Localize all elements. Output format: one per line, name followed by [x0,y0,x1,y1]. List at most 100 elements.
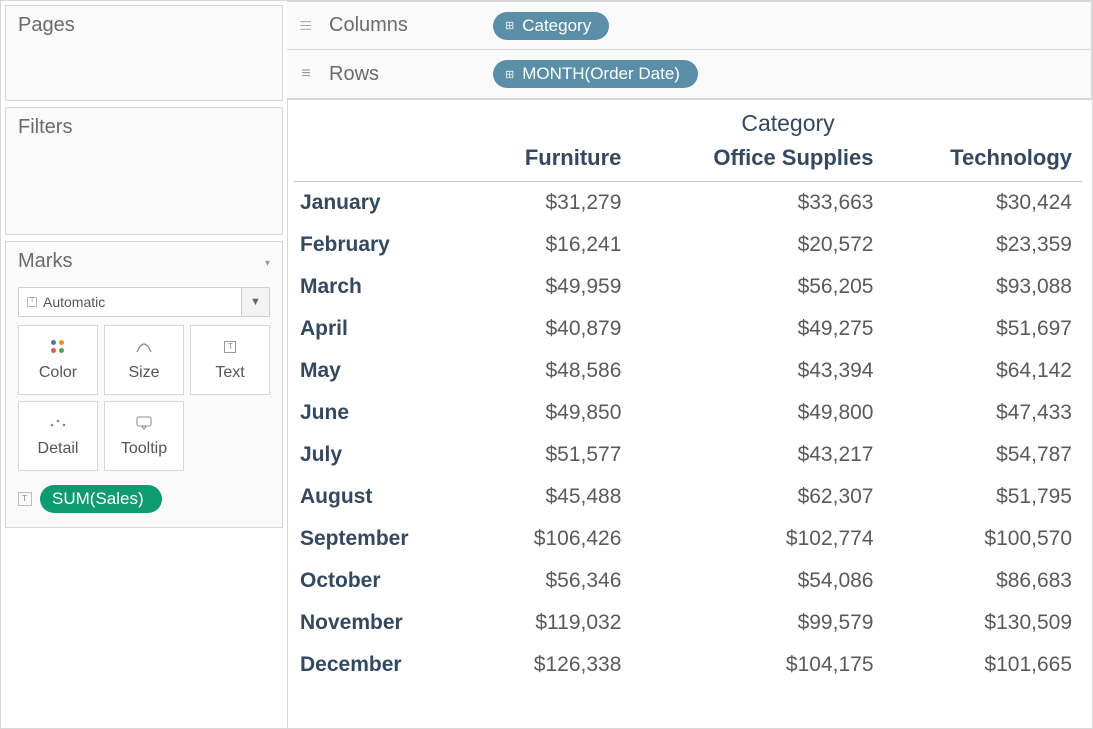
cell-value[interactable]: $23,359 [884,224,1083,266]
cell-value[interactable]: $62,307 [631,476,883,518]
rows-label: Rows [329,63,479,86]
cell-value[interactable]: $64,142 [884,350,1083,392]
cell-value[interactable]: $16,241 [468,224,631,266]
row-header-spacer [294,139,468,182]
cell-value[interactable]: $93,088 [884,266,1083,308]
tooltip-button[interactable]: Tooltip [104,401,184,471]
table-row: November$119,032$99,579$130,509 [294,602,1082,644]
table-row: July$51,577$43,217$54,787 [294,434,1082,476]
table-row: August$45,488$62,307$51,795 [294,476,1082,518]
row-header[interactable]: April [294,308,468,350]
cell-value[interactable]: $40,879 [468,308,631,350]
column-header-title[interactable]: Category [494,110,1082,137]
cell-value[interactable]: $56,205 [631,266,883,308]
expand-icon: ⊞ [505,68,514,81]
cell-value[interactable]: $33,663 [631,182,883,224]
rows-icon [297,65,315,83]
marks-type-caret-icon[interactable]: ▼ [241,288,269,316]
table-row: December$126,338$104,175$101,665 [294,644,1082,686]
text-icon: T [224,338,236,356]
cell-value[interactable]: $86,683 [884,560,1083,602]
row-header[interactable]: August [294,476,468,518]
rows-shelf[interactable]: Rows ⊞ MONTH(Order Date) [287,50,1092,99]
text-button[interactable]: T Text [190,325,270,395]
row-header[interactable]: January [294,182,468,224]
cell-value[interactable]: $56,346 [468,560,631,602]
rows-pill-month[interactable]: ⊞ MONTH(Order Date) [493,60,698,88]
pages-title: Pages [18,14,270,37]
columns-shelf[interactable]: Columns ⊞ Category [287,1,1092,50]
table-row: May$48,586$43,394$64,142 [294,350,1082,392]
cell-value[interactable]: $130,509 [884,602,1083,644]
detail-icon [49,414,67,432]
row-header[interactable]: May [294,350,468,392]
columns-pill-category[interactable]: ⊞ Category [493,12,609,40]
table-row: September$106,426$102,774$100,570 [294,518,1082,560]
table-row: February$16,241$20,572$23,359 [294,224,1082,266]
marks-type-dropdown[interactable]: T Automatic ▼ [18,287,270,317]
col-header[interactable]: Office Supplies [631,139,883,182]
cell-value[interactable]: $48,586 [468,350,631,392]
cell-value[interactable]: $100,570 [884,518,1083,560]
color-button[interactable]: Color [18,325,98,395]
cell-value[interactable]: $31,279 [468,182,631,224]
sum-sales-pill[interactable]: SUM(Sales) [40,485,162,513]
row-header[interactable]: June [294,392,468,434]
cell-value[interactable]: $49,800 [631,392,883,434]
expand-icon: ⊞ [505,19,514,32]
cell-value[interactable]: $49,850 [468,392,631,434]
cell-value[interactable]: $47,433 [884,392,1083,434]
cell-value[interactable]: $106,426 [468,518,631,560]
pill-label: SUM(Sales) [52,489,144,509]
text-mark-indicator-icon [18,492,32,506]
row-header[interactable]: December [294,644,468,686]
automatic-icon: T [27,297,37,307]
filters-title: Filters [18,116,270,139]
marks-type-label: Automatic [43,294,105,310]
size-icon [135,338,153,356]
row-header[interactable]: September [294,518,468,560]
marks-menu-caret-icon[interactable]: ▾ [265,258,270,269]
row-header[interactable]: March [294,266,468,308]
cell-value[interactable]: $30,424 [884,182,1083,224]
marks-title: Marks [18,250,72,273]
col-header[interactable]: Furniture [468,139,631,182]
table-row: June$49,850$49,800$47,433 [294,392,1082,434]
tooltip-icon [136,414,152,432]
columns-label: Columns [329,14,479,37]
col-header[interactable]: Technology [884,139,1083,182]
crosstab-table: Furniture Office Supplies Technology Jan… [294,139,1082,686]
cell-value[interactable]: $102,774 [631,518,883,560]
row-header[interactable]: February [294,224,468,266]
cell-value[interactable]: $119,032 [468,602,631,644]
detail-button[interactable]: Detail [18,401,98,471]
cell-value[interactable]: $45,488 [468,476,631,518]
cell-value[interactable]: $43,394 [631,350,883,392]
pages-shelf[interactable]: Pages [5,5,283,101]
cell-value[interactable]: $99,579 [631,602,883,644]
cell-value[interactable]: $126,338 [468,644,631,686]
table-row: March$49,959$56,205$93,088 [294,266,1082,308]
color-icon [51,338,65,356]
cell-value[interactable]: $43,217 [631,434,883,476]
cell-value[interactable]: $49,275 [631,308,883,350]
cell-value[interactable]: $54,787 [884,434,1083,476]
row-header[interactable]: July [294,434,468,476]
marks-card: Marks ▾ T Automatic ▼ Color [5,241,283,528]
cell-value[interactable]: $51,577 [468,434,631,476]
columns-icon [297,20,315,32]
filters-shelf[interactable]: Filters [5,107,283,235]
cell-value[interactable]: $51,795 [884,476,1083,518]
table-row: January$31,279$33,663$30,424 [294,182,1082,224]
row-header[interactable]: October [294,560,468,602]
cell-value[interactable]: $54,086 [631,560,883,602]
row-header[interactable]: November [294,602,468,644]
cell-value[interactable]: $101,665 [884,644,1083,686]
column-header-row: Furniture Office Supplies Technology [294,139,1082,182]
cell-value[interactable]: $51,697 [884,308,1083,350]
cell-value[interactable]: $49,959 [468,266,631,308]
table-row: October$56,346$54,086$86,683 [294,560,1082,602]
cell-value[interactable]: $104,175 [631,644,883,686]
cell-value[interactable]: $20,572 [631,224,883,266]
size-button[interactable]: Size [104,325,184,395]
